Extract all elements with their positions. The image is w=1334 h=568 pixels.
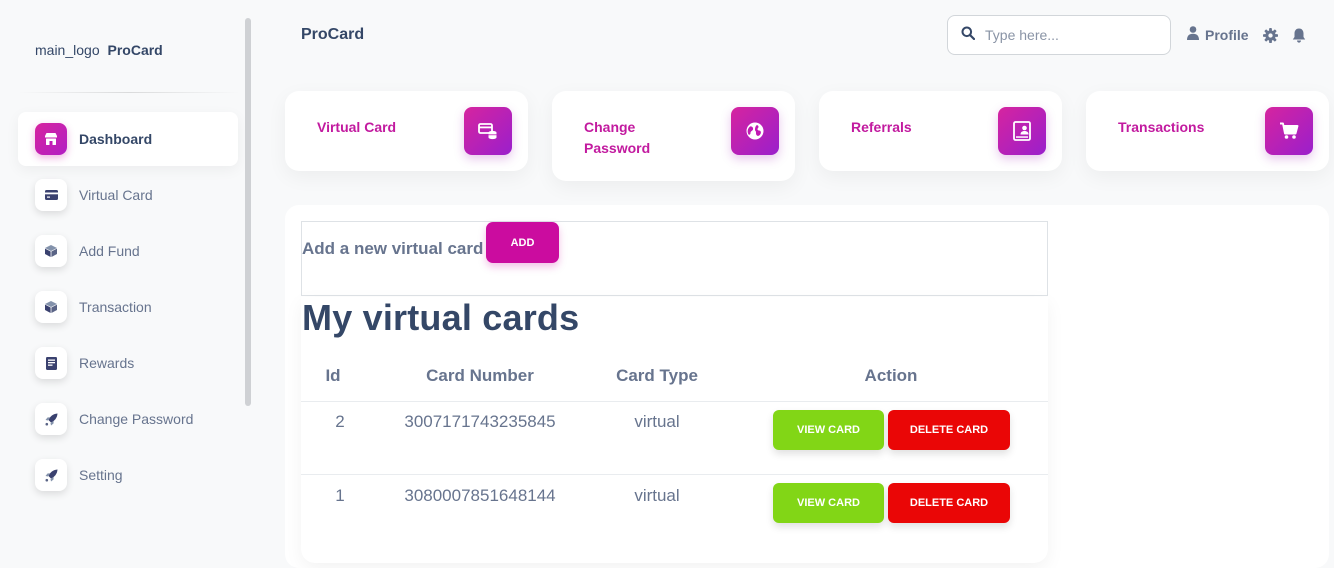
sidebar-item-transaction[interactable]: Transaction (18, 280, 238, 334)
view-card-button[interactable]: VIEW CARD (773, 410, 884, 450)
sidebar-item-label: Rewards (79, 355, 135, 371)
sidebar-item-virtual-card[interactable]: Virtual Card (18, 168, 238, 222)
profile-label: Profile (1205, 26, 1249, 43)
cell-id: 2 (335, 412, 345, 431)
view-card-button[interactable]: VIEW CARD (773, 483, 884, 523)
search-box[interactable] (947, 15, 1171, 55)
cell-id: 1 (335, 486, 345, 505)
delete-card-button[interactable]: DELETE CARD (888, 410, 1010, 450)
section-title: My virtual cards (302, 297, 580, 338)
cell-card-number: 3007171743235845 (404, 412, 556, 431)
sidebar-item-rewards[interactable]: Rewards (18, 336, 238, 390)
shop-icon (35, 123, 67, 155)
stat-card-label: Virtual Card (317, 119, 397, 135)
row-divider (301, 401, 1048, 402)
column-header-action: Action (864, 366, 918, 385)
sidebar-nav: Dashboard Virtual Card Add Fund Transact… (18, 112, 238, 504)
brand[interactable]: main_logo ProCard (35, 42, 163, 58)
credit-card-icon (35, 179, 67, 211)
box-icon (35, 235, 67, 267)
sidebar-item-add-fund[interactable]: Add Fund (18, 224, 238, 278)
brand-name: ProCard (107, 42, 163, 58)
cell-card-type: virtual (634, 486, 680, 505)
sidebar-item-label: Transaction (79, 299, 152, 315)
column-header-id: Id (325, 366, 341, 385)
rocket-icon (35, 403, 67, 435)
sidebar-item-label: Add Fund (79, 243, 140, 259)
stat-card-transactions[interactable]: Transactions (1086, 91, 1329, 171)
column-header-card-type: Card Type (616, 366, 698, 385)
document-icon (35, 347, 67, 379)
stat-card-referrals[interactable]: Referrals (819, 91, 1062, 171)
main-logo: main_logo (35, 42, 100, 58)
cell-card-type: virtual (634, 412, 680, 431)
stat-card-virtual-card[interactable]: Virtual Card (285, 91, 528, 171)
sidebar-item-label: Setting (79, 467, 123, 483)
search-input[interactable] (985, 27, 1155, 43)
column-header-card-number: Card Number (426, 366, 534, 385)
add-card-label: Add a new virtual card (302, 239, 484, 258)
sidebar-item-label: Virtual Card (79, 187, 153, 203)
box-icon (35, 291, 67, 323)
gear-icon[interactable] (1263, 28, 1278, 48)
bell-icon[interactable] (1292, 28, 1306, 48)
rocket-icon (35, 459, 67, 491)
stat-card-label: Transactions (1118, 119, 1205, 135)
cell-card-number: 3080007851648144 (404, 486, 556, 505)
stat-card-label: Referrals (851, 119, 912, 135)
sidebar: main_logo ProCard Dashboard Virtual Card… (0, 0, 252, 568)
user-icon (1187, 26, 1199, 43)
sidebar-scrollbar[interactable] (245, 18, 251, 406)
delete-card-button[interactable]: DELETE CARD (888, 483, 1010, 523)
stat-card-change-password[interactable]: Change Password (552, 91, 795, 181)
profile-link[interactable]: Profile (1187, 26, 1249, 43)
credit-card-icon (464, 107, 512, 155)
sidebar-item-change-password[interactable]: Change Password (18, 392, 238, 446)
page-title: ProCard (301, 26, 365, 43)
sidebar-item-dashboard[interactable]: Dashboard (18, 112, 238, 166)
globe-icon (731, 107, 779, 155)
sidebar-item-label: Change Password (79, 411, 194, 427)
row-divider (301, 474, 1048, 475)
badge-icon (998, 107, 1046, 155)
sidebar-item-setting[interactable]: Setting (18, 448, 238, 502)
sidebar-item-label: Dashboard (79, 131, 153, 147)
divider (18, 92, 240, 93)
search-icon (961, 26, 976, 45)
add-card-button[interactable]: ADD (486, 222, 559, 263)
stat-card-label: Change Password (584, 119, 651, 156)
cart-icon (1265, 107, 1313, 155)
